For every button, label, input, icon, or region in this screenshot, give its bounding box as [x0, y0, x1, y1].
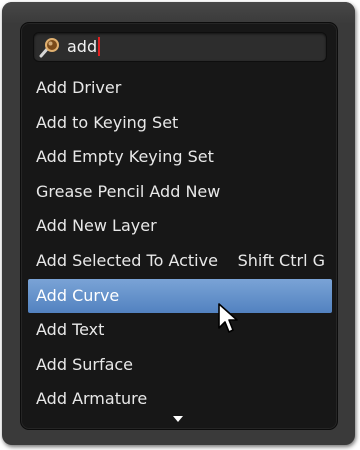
menu-item-add-text[interactable]: Add Text: [21, 313, 337, 348]
menu-item-add-selected-to-active[interactable]: Add Selected To Active Shift Ctrl G: [21, 244, 337, 279]
menu-item-label: Add Curve: [36, 285, 120, 305]
text-caret: [98, 37, 101, 56]
chevron-down-icon[interactable]: [173, 416, 183, 422]
menu-item-add-curve[interactable]: Add Curve: [28, 278, 332, 314]
operator-search-popup: add Add Driver Add to Keying Set Add Emp…: [20, 22, 338, 430]
menu-item-add-new-layer[interactable]: Add New Layer: [21, 209, 337, 244]
menu-item-label: Add Selected To Active: [36, 250, 218, 270]
menu-item-add-armature[interactable]: Add Armature: [21, 382, 337, 417]
menu-item-label: Add Surface: [36, 354, 134, 374]
menu-item-label: Add to Keying Set: [36, 112, 179, 132]
menu-item-label: Add New Layer: [36, 216, 157, 236]
search-results-list: Add Driver Add to Keying Set Add Empty K…: [21, 71, 337, 417]
menu-item-label: Grease Pencil Add New: [36, 181, 221, 201]
menu-item-label: Add Driver: [36, 78, 122, 97]
mouse-pointer-icon: [218, 303, 238, 333]
menu-item-add-to-keying-set[interactable]: Add to Keying Set: [21, 106, 337, 141]
search-icon: [39, 38, 59, 58]
search-value: add: [67, 37, 98, 56]
search-text: add: [67, 37, 101, 57]
menu-item-shortcut: Shift Ctrl G: [237, 250, 325, 270]
menu-item-add-surface[interactable]: Add Surface: [21, 348, 337, 383]
window-frame: add Add Driver Add to Keying Set Add Emp…: [2, 2, 355, 445]
menu-item-label: Add Text: [36, 320, 105, 340]
menu-item-label: Add Empty Keying Set: [36, 147, 214, 167]
menu-item-add-empty-keying-set[interactable]: Add Empty Keying Set: [21, 140, 337, 175]
search-input[interactable]: add: [33, 32, 327, 62]
menu-item-add-driver[interactable]: Add Driver: [21, 71, 337, 106]
menu-item-grease-pencil-add-new[interactable]: Grease Pencil Add New: [21, 175, 337, 210]
menu-item-label: Add Armature: [36, 389, 148, 409]
